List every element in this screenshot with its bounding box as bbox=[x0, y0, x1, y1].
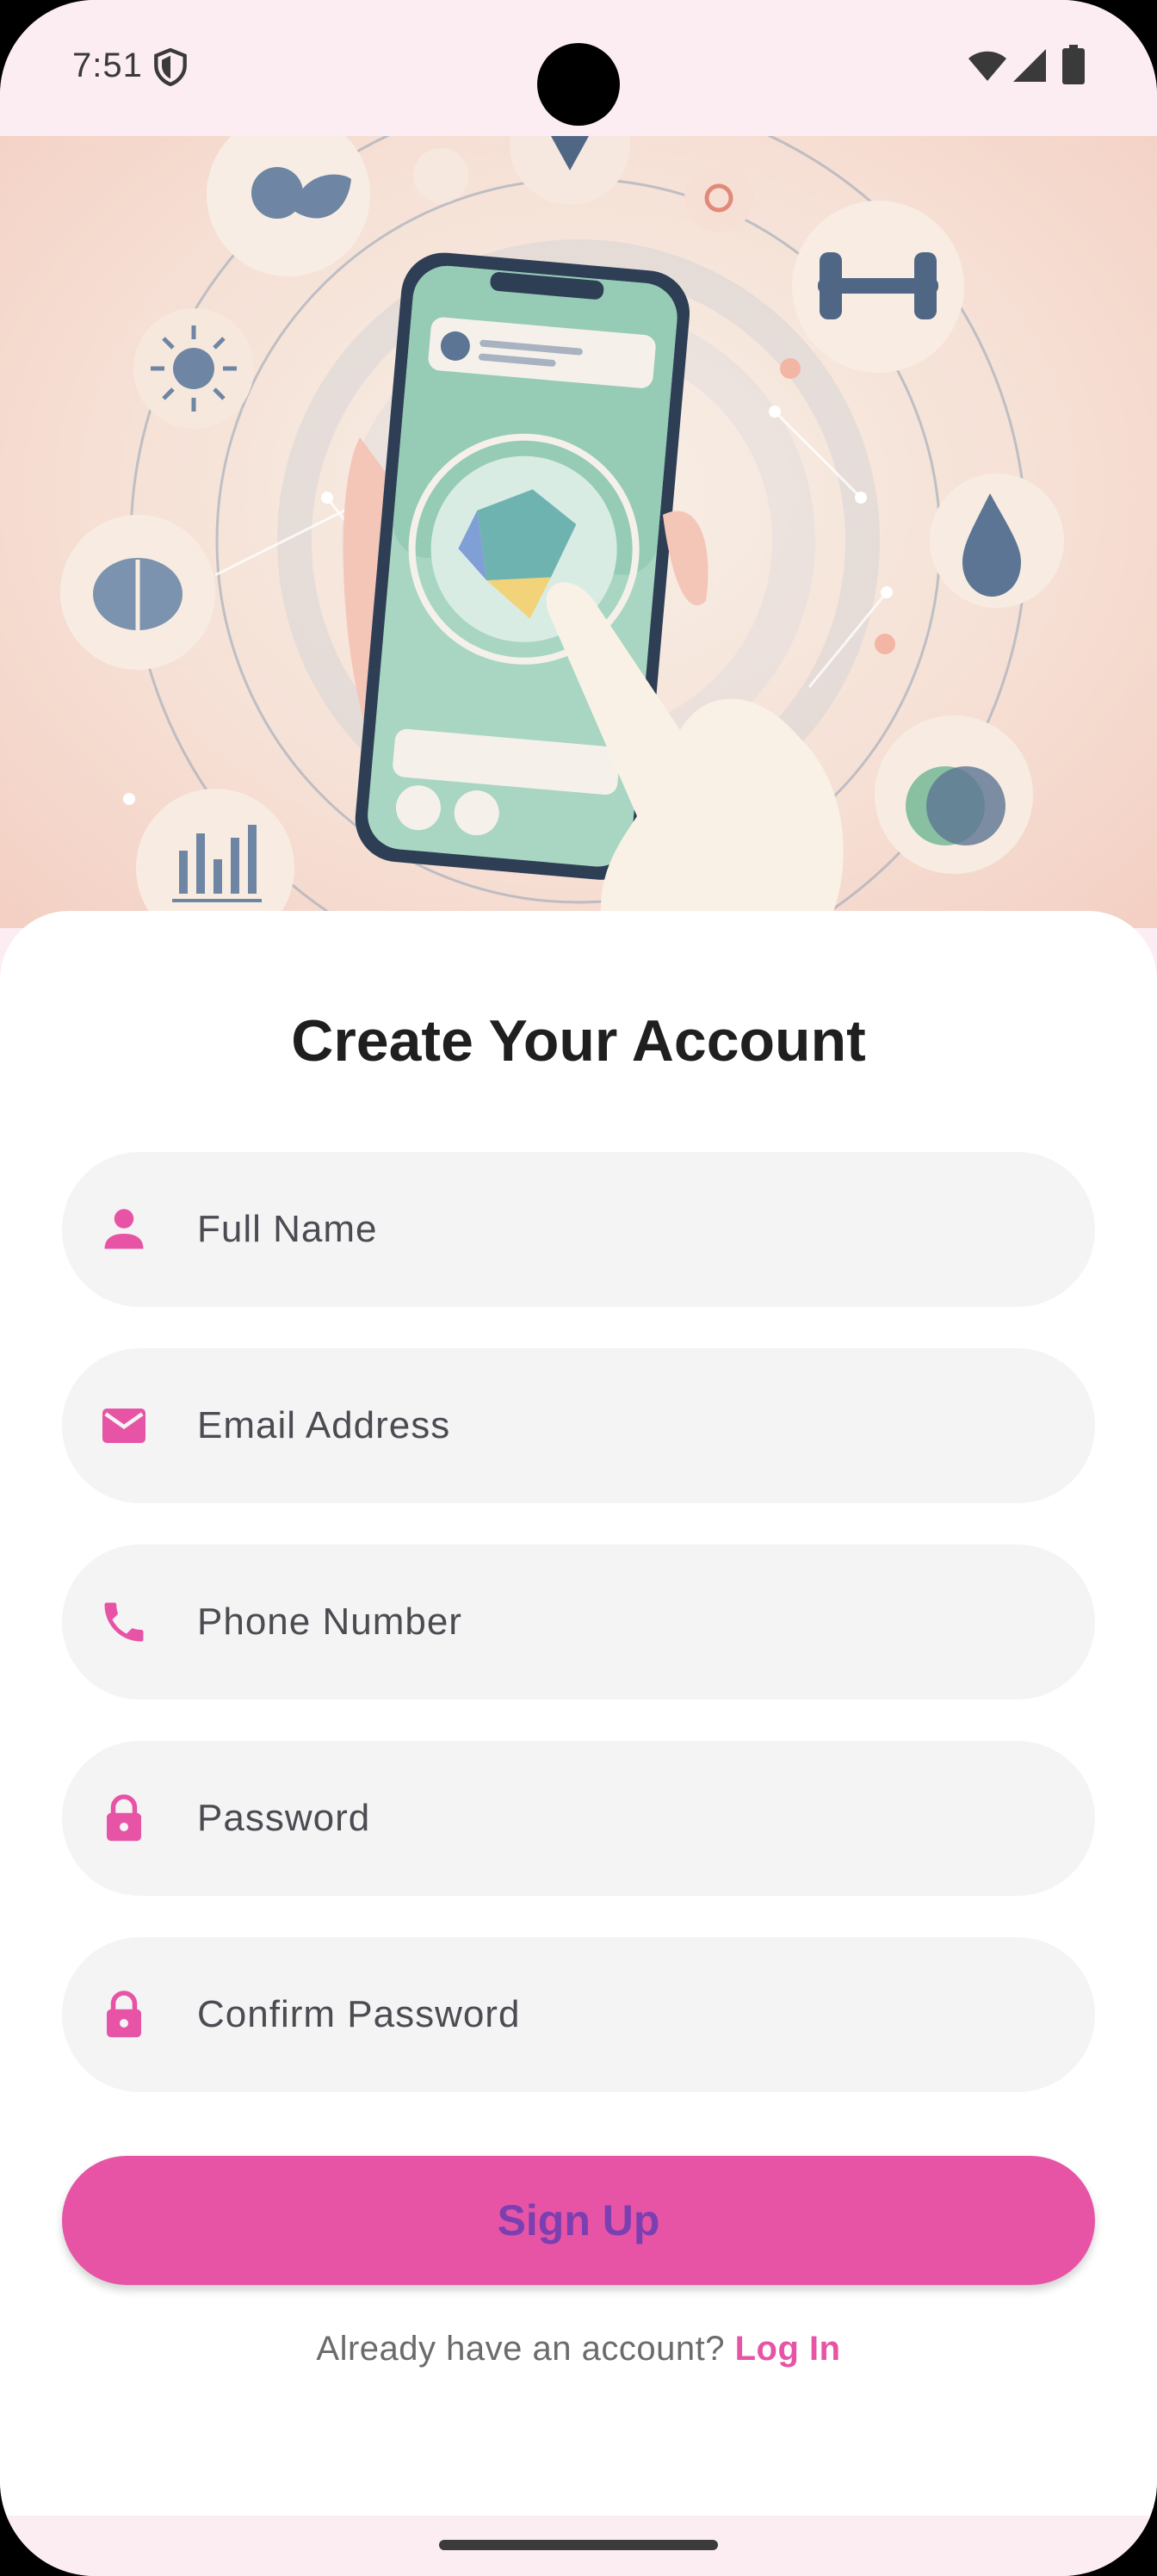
email-placeholder: Email Address bbox=[197, 1404, 451, 1446]
password-placeholder: Password bbox=[197, 1797, 371, 1839]
person-icon bbox=[104, 1209, 144, 1249]
page-title: Create Your Account bbox=[291, 1008, 866, 1074]
login-prompt-row: Already have an account? Log In bbox=[0, 2330, 1157, 2369]
email-field[interactable]: Email Address bbox=[62, 1348, 1095, 1503]
wifi-icon bbox=[968, 51, 1006, 81]
lock-icon bbox=[107, 1991, 141, 2038]
signal-icon bbox=[1013, 49, 1046, 82]
status-time: 7:51 bbox=[72, 46, 143, 84]
shield-icon bbox=[154, 48, 187, 86]
device-screen: 7:51 Create Your Account Full Name Email… bbox=[0, 0, 1157, 2576]
hero-illustration bbox=[0, 136, 1157, 928]
status-bar: 7:51 bbox=[0, 0, 1157, 136]
phone-icon bbox=[104, 1602, 144, 1642]
battery-icon bbox=[1062, 45, 1085, 84]
sign-up-button[interactable]: Sign Up bbox=[62, 2156, 1095, 2285]
password-field[interactable]: Password bbox=[62, 1741, 1095, 1896]
lock-icon bbox=[107, 1794, 141, 1842]
full-name-field[interactable]: Full Name bbox=[62, 1152, 1095, 1307]
phone-field[interactable]: Phone Number bbox=[62, 1545, 1095, 1700]
confirm-password-field[interactable]: Confirm Password bbox=[62, 1937, 1095, 2092]
mail-icon bbox=[102, 1409, 145, 1443]
confirm-password-placeholder: Confirm Password bbox=[197, 1993, 521, 2035]
phone-placeholder: Phone Number bbox=[197, 1601, 462, 1643]
log-in-link[interactable]: Log In bbox=[735, 2330, 841, 2368]
wellness-app-illustration bbox=[60, 136, 1064, 928]
login-prompt-text: Already have an account? bbox=[316, 2330, 725, 2368]
camera-cutout bbox=[537, 43, 620, 126]
home-indicator[interactable] bbox=[439, 2540, 718, 2550]
full-name-placeholder: Full Name bbox=[197, 1208, 378, 1250]
